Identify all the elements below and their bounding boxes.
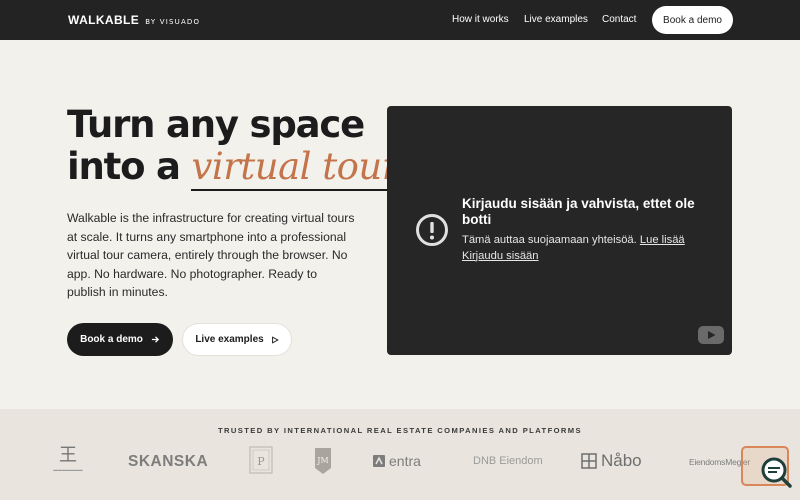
partner-logo-monogram: 王 ▬▬▬▬▬▬▬	[53, 445, 83, 473]
hero-title-prefix: into a	[67, 145, 181, 188]
nav-how-it-works[interactable]: How it works	[452, 14, 509, 25]
video-signin-title: Kirjaudu sisään ja vahvista, ettet ole b…	[462, 196, 695, 227]
trusted-by-section: TRUSTED BY INTERNATIONAL REAL ESTATE COM…	[0, 409, 800, 500]
search-icon[interactable]	[759, 455, 793, 489]
nav-live-examples[interactable]: Live examples	[524, 14, 588, 25]
partner-logo-entra: entra	[372, 453, 421, 469]
learn-more-link[interactable]: Lue lisää	[640, 234, 685, 246]
arrow-right-icon	[151, 336, 159, 343]
video-signin-message: Tämä auttaa suojaamaan yhteisöä. Lue lis…	[462, 233, 712, 264]
embedded-video-player[interactable]: Kirjaudu sisään ja vahvista, ettet ole b…	[387, 106, 732, 355]
live-examples-label: Live examples	[195, 334, 264, 345]
partner-logo-p-badge: P	[249, 446, 273, 474]
video-signin-subtitle: Tämä auttaa suojaamaan yhteisöä.	[462, 234, 637, 246]
hero-title-line-1: Turn any space	[67, 103, 365, 146]
alert-circle-icon	[416, 214, 448, 246]
svg-text:JM: JM	[316, 456, 328, 465]
book-demo-button[interactable]: Book a demo	[67, 323, 173, 356]
partner-logo-dnb-eiendom: DNB Eiendom	[473, 455, 543, 467]
partner-logo-skanska: SKANSKA	[128, 453, 209, 470]
hero-title-accent: virtual tour	[191, 145, 399, 191]
brand-logo[interactable]: WALKABLE BY VISUADO	[68, 13, 200, 27]
partner-logo-nabo: Nåbo	[581, 451, 642, 471]
svg-text:P: P	[257, 455, 265, 468]
live-examples-button[interactable]: Live examples	[182, 323, 292, 356]
brand-name: WALKABLE	[68, 13, 140, 27]
nabo-wordmark: Nåbo	[601, 451, 642, 470]
nav-contact[interactable]: Contact	[602, 14, 636, 25]
nabo-mark-icon	[581, 453, 597, 469]
entra-mark-icon	[373, 455, 385, 467]
top-navigation: WALKABLE BY VISUADO How it works Live ex…	[0, 0, 800, 40]
hero-title-line-2: into a virtual tour	[67, 145, 399, 191]
trusted-by-label: TRUSTED BY INTERNATIONAL REAL ESTATE COM…	[218, 426, 582, 435]
entra-wordmark: entra	[389, 453, 421, 469]
play-icon	[271, 335, 279, 344]
header-book-demo-button[interactable]: Book a demo	[652, 6, 733, 34]
sign-in-link[interactable]: Kirjaudu sisään	[462, 250, 539, 262]
book-demo-label: Book a demo	[80, 334, 143, 345]
hero-title: Turn any space into a virtual tour	[67, 103, 399, 191]
hero-description: Walkable is the infrastructure for creat…	[67, 211, 355, 300]
partner-logo-jm-shield: JM	[315, 448, 331, 474]
youtube-icon[interactable]	[698, 326, 724, 344]
brand-by-line: BY VISUADO	[145, 18, 201, 26]
